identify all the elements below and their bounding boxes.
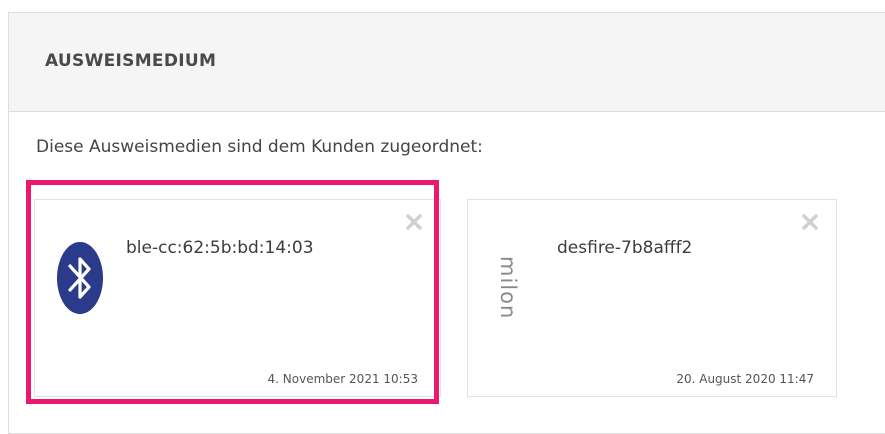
remove-media-button[interactable] bbox=[802, 214, 818, 230]
close-icon bbox=[802, 214, 818, 230]
media-id: desfire-7b8afff2 bbox=[557, 238, 693, 258]
media-date: 20. August 2020 11:47 bbox=[676, 372, 814, 386]
milon-logo-text: milon bbox=[496, 256, 520, 320]
media-card-bluetooth[interactable]: ble-cc:62:5b:bd:14:03 4. November 2021 1… bbox=[34, 199, 441, 397]
intro-text: Diese Ausweismedien sind dem Kunden zuge… bbox=[36, 137, 483, 157]
close-icon bbox=[406, 214, 422, 230]
panel-header: AUSWEISMEDIUM bbox=[9, 13, 885, 112]
bluetooth-icon bbox=[57, 242, 103, 314]
panel-title: AUSWEISMEDIUM bbox=[45, 51, 217, 71]
remove-media-button[interactable] bbox=[406, 214, 422, 230]
media-date: 4. November 2021 10:53 bbox=[267, 372, 418, 386]
milon-logo-icon: milon bbox=[488, 240, 520, 360]
media-id: ble-cc:62:5b:bd:14:03 bbox=[126, 238, 314, 258]
media-card-desfire[interactable]: milon desfire-7b8afff2 20. August 2020 1… bbox=[467, 199, 837, 397]
